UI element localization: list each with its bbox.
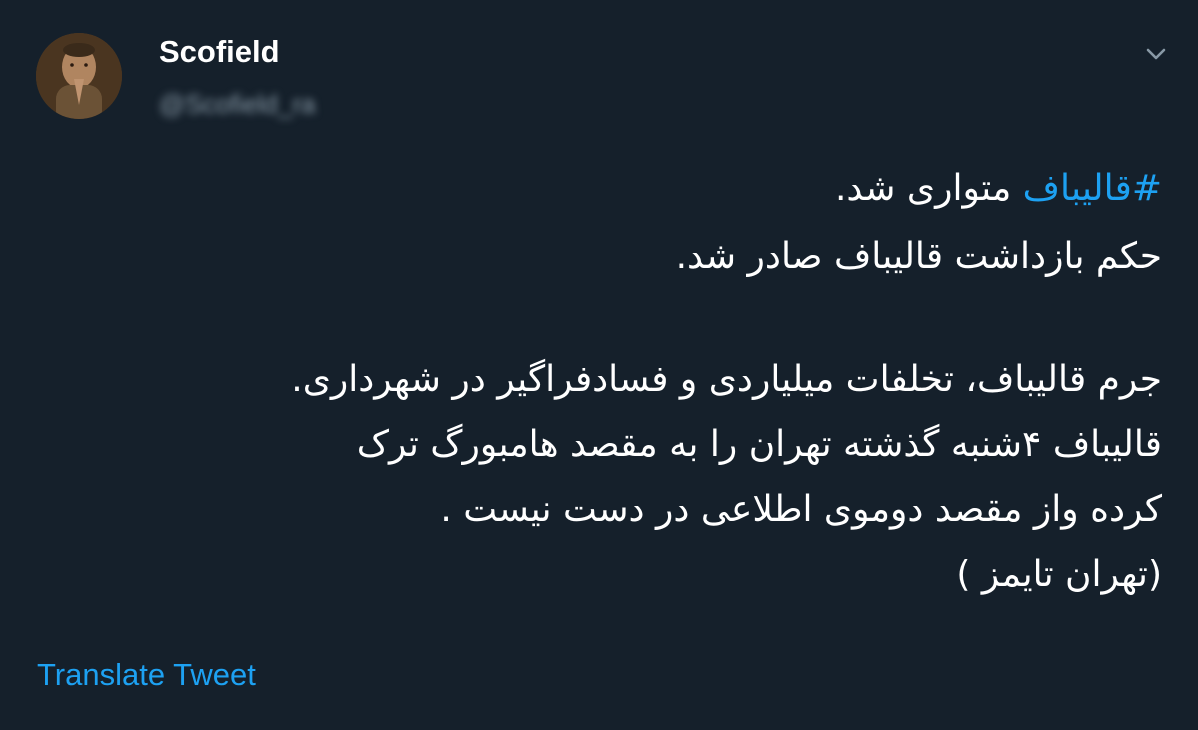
author-handle[interactable]: @Scofield_ra xyxy=(159,88,315,120)
author-display-name[interactable]: Scofield xyxy=(159,33,280,71)
author-avatar[interactable] xyxy=(36,33,122,119)
tweet-line-5: کرده واز مقصد دوموی اطلاعی در دست نیست . xyxy=(440,489,1162,530)
chevron-down-icon xyxy=(1146,48,1166,60)
tweet-line-6: (تهران تایمز ) xyxy=(956,554,1162,595)
translate-tweet-link[interactable]: Translate Tweet xyxy=(37,655,256,695)
tweet-line-3: جرم قالیباف، تخلفات میلیاردی و فسادفراگی… xyxy=(291,359,1162,400)
tweet-line-1-text: متواری شد. xyxy=(834,168,1023,209)
tweet-menu-button[interactable] xyxy=(1142,40,1170,68)
tweet-line-2: حکم بازداشت قالیباف صادر شد. xyxy=(675,236,1162,277)
tweet-text: #قالیباف متواری شد. حکم بازداشت قالیباف … xyxy=(36,168,1162,596)
tweet-line-1: #قالیباف متواری شد. xyxy=(36,168,1162,210)
tweet-line-4: قالیباف ۴شنبه گذشته تهران را به مقصد هام… xyxy=(356,424,1162,465)
avatar-image xyxy=(36,33,122,119)
hashtag-link[interactable]: #قالیباف xyxy=(1023,168,1162,209)
